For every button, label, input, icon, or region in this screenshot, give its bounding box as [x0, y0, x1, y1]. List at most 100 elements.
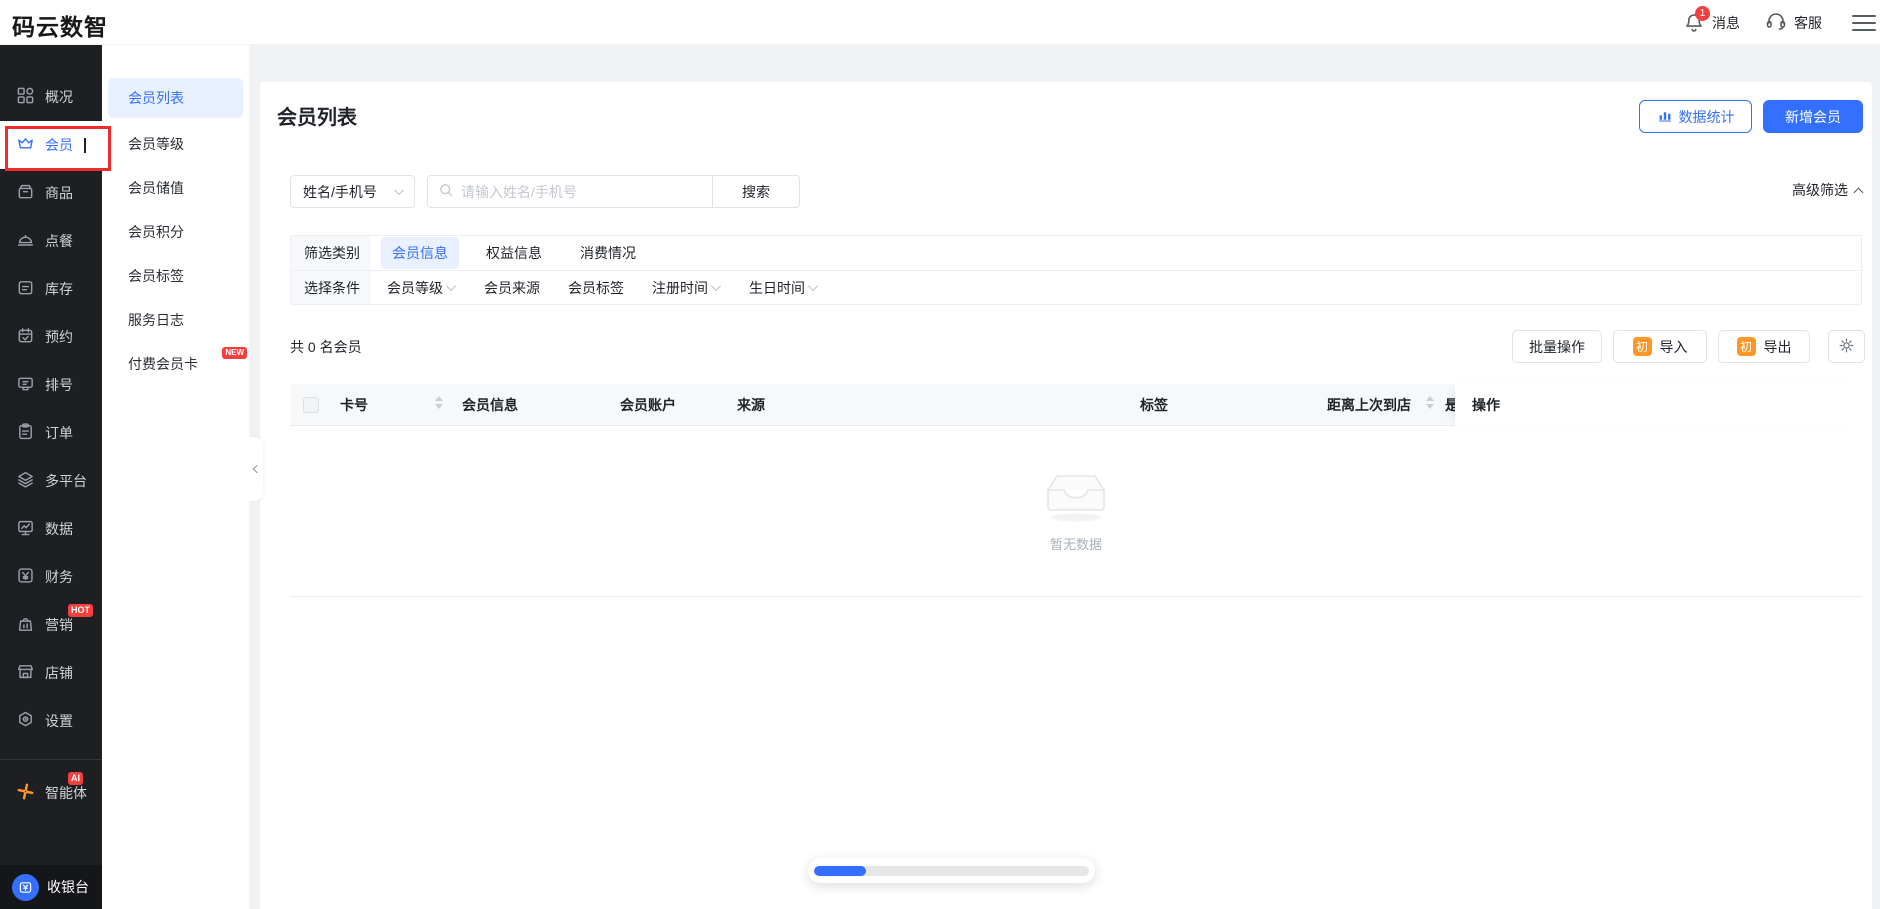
- filter-condition-label: 选择条件: [291, 271, 371, 304]
- chevron-left-icon: [252, 464, 262, 474]
- storefront-icon: [16, 662, 35, 684]
- search-input[interactable]: [461, 183, 702, 200]
- sidebar-item-member[interactable]: 会员: [0, 121, 102, 169]
- sidebar-item-marketing[interactable]: 营销 HOT: [0, 601, 102, 649]
- column-actions-sticky: 操作: [1455, 384, 1862, 426]
- batch-operation-button[interactable]: 批量操作: [1512, 330, 1602, 363]
- package-icon: [16, 182, 35, 204]
- submenu-item-member-level[interactable]: 会员等级: [102, 122, 249, 166]
- submenu-item-member-list[interactable]: 会员列表: [108, 78, 243, 118]
- main-area: 会员列表 数据统计 新增会员 姓名/手机号 请输入姓名/手机号 搜索 高级筛选 …: [250, 45, 1880, 909]
- sidebar-collapse-handle[interactable]: [249, 437, 263, 501]
- clipboard-icon: [16, 422, 35, 444]
- submenu-item-label: 会员储值: [128, 180, 184, 196]
- filter-birthday-time[interactable]: 生日时间: [743, 278, 824, 298]
- import-button[interactable]: 初 导入: [1613, 330, 1707, 363]
- filter-tab-consumption[interactable]: 消费情况: [569, 237, 647, 269]
- submenu-item-paid-member-card[interactable]: 付费会员卡 NEW: [102, 342, 249, 386]
- sidebar-item-finance[interactable]: 财务: [0, 553, 102, 601]
- page-title: 会员列表: [277, 107, 357, 129]
- data-statistics-button[interactable]: 数据统计: [1639, 100, 1752, 133]
- ticket-icon: [16, 374, 35, 396]
- advanced-filter-toggle[interactable]: 高级筛选: [1792, 180, 1864, 200]
- member-count: 共 0 名会员: [290, 339, 362, 355]
- calendar-check-icon: [16, 326, 35, 348]
- export-button[interactable]: 初 导出: [1718, 330, 1810, 363]
- column-label: 距离上次到店: [1327, 397, 1411, 413]
- notification-badge: 1: [1695, 5, 1710, 21]
- sidebar-divider: [0, 759, 102, 760]
- sidebar-item-agent[interactable]: 智能体 AI: [0, 769, 102, 817]
- filter-tab-member-info[interactable]: 会员信息: [381, 237, 459, 269]
- filter-condition-text: 注册时间: [652, 279, 708, 296]
- hamburger-menu-icon[interactable]: [1852, 11, 1876, 35]
- sidebar-item-store[interactable]: 店铺: [0, 649, 102, 697]
- secondary-sidebar: 会员列表 会员等级 会员储值 会员积分 会员标签 服务日志 付费会员卡 NEW: [102, 45, 250, 909]
- export-label: 导出: [1763, 338, 1792, 355]
- filter-member-source[interactable]: 会员来源: [478, 278, 546, 298]
- crown-icon: [16, 134, 35, 156]
- headset-icon: [1764, 9, 1788, 36]
- sidebar-item-settings[interactable]: 设置: [0, 697, 102, 745]
- filter-member-tag[interactable]: 会员标签: [562, 278, 630, 298]
- table-header: 卡号 会员信息 会员账户 来源 标签 距离上次到店 是 操作: [290, 384, 1862, 426]
- sidebar-item-data[interactable]: 数据: [0, 505, 102, 553]
- sidebar-item-label: 商品: [45, 185, 73, 201]
- search-button[interactable]: 搜索: [712, 176, 799, 207]
- sidebar-item-label: 数据: [45, 521, 73, 537]
- filter-member-level[interactable]: 会员等级: [381, 278, 462, 298]
- search-button-label: 搜索: [742, 183, 770, 200]
- column-source: 来源: [737, 384, 765, 426]
- submenu-item-service-log[interactable]: 服务日志: [102, 298, 249, 342]
- column-settings-button[interactable]: [1828, 330, 1865, 363]
- messages-button[interactable]: 1 消息: [1682, 5, 1740, 35]
- submenu-item-label: 服务日志: [128, 312, 184, 328]
- top-right-cluster: 1 消息 客服: [1682, 0, 1876, 45]
- sidebar-item-cashier[interactable]: 收银台: [0, 865, 102, 909]
- customer-service-label: 客服: [1794, 14, 1822, 31]
- sidebar-item-ordering[interactable]: 点餐: [0, 217, 102, 265]
- storage-box-icon: [16, 278, 35, 300]
- sidebar-item-label: 概况: [45, 89, 73, 105]
- filter-condition-text: 生日时间: [749, 279, 805, 296]
- sidebar-item-label: 预约: [45, 329, 73, 345]
- cashier-label: 收银台: [47, 879, 89, 895]
- submenu-item-member-points[interactable]: 会员积分: [102, 210, 249, 254]
- sidebar-item-label: 多平台: [45, 473, 87, 489]
- filter-condition-text: 会员来源: [484, 279, 540, 296]
- text-cursor: [84, 137, 86, 153]
- select-all-checkbox[interactable]: [303, 397, 319, 413]
- hot-badge: HOT: [68, 604, 93, 617]
- sidebar-item-inventory[interactable]: 库存: [0, 265, 102, 313]
- bag-icon: [16, 614, 35, 636]
- filter-tab-rights-info[interactable]: 权益信息: [475, 237, 553, 269]
- chevron-down-icon: [446, 281, 457, 292]
- sidebar-item-label: 会员: [45, 137, 73, 153]
- customer-service-button[interactable]: 客服: [1764, 9, 1822, 36]
- yen-square-icon: [16, 566, 35, 588]
- sidebar-item-queue[interactable]: 排号: [0, 361, 102, 409]
- submenu-item-label: 会员列表: [128, 90, 184, 106]
- add-member-button[interactable]: 新增会员: [1763, 100, 1863, 133]
- column-card-number[interactable]: 卡号: [340, 384, 368, 426]
- import-label: 导入: [1659, 338, 1688, 355]
- sort-card-number[interactable]: [435, 396, 443, 409]
- filter-register-time[interactable]: 注册时间: [646, 278, 727, 298]
- messages-label: 消息: [1712, 14, 1740, 31]
- sidebar-item-goods[interactable]: 商品: [0, 169, 102, 217]
- sidebar-item-reservation[interactable]: 预约: [0, 313, 102, 361]
- filter-category-row: 筛选类别 会员信息 权益信息 消费情况: [291, 236, 1861, 270]
- search-field-select[interactable]: 姓名/手机号: [290, 175, 415, 208]
- sidebar-item-label: 订单: [45, 425, 73, 441]
- submenu-item-member-tags[interactable]: 会员标签: [102, 254, 249, 298]
- sidebar-item-multiplatform[interactable]: 多平台: [0, 457, 102, 505]
- sort-last-visit[interactable]: [1426, 396, 1434, 409]
- filter-condition-text: 会员等级: [387, 279, 443, 296]
- column-last-visit[interactable]: 距离上次到店: [1327, 384, 1411, 426]
- submenu-item-label: 会员标签: [128, 268, 184, 284]
- top-header: 码云数智 1 消息 客服: [0, 0, 1880, 45]
- ai-badge: AI: [68, 772, 83, 785]
- submenu-item-member-stored-value[interactable]: 会员储值: [102, 166, 249, 210]
- sidebar-item-overview[interactable]: 概况: [0, 73, 102, 121]
- sidebar-item-orders[interactable]: 订单: [0, 409, 102, 457]
